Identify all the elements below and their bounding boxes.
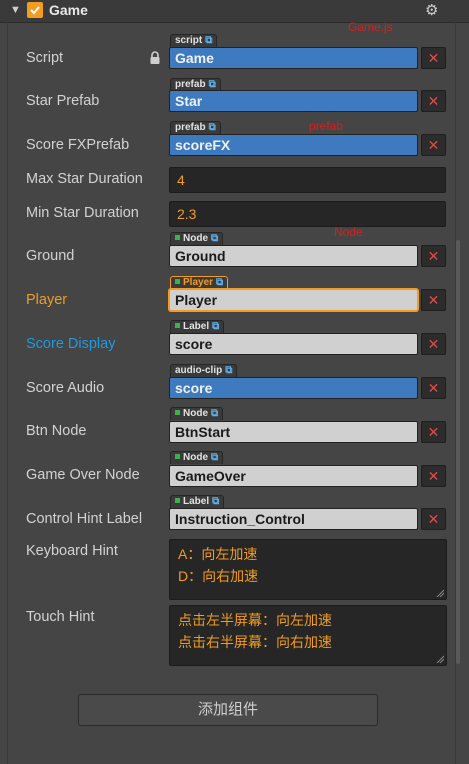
score-display-label: Score Display bbox=[26, 336, 116, 352]
script-field[interactable]: Game bbox=[169, 47, 418, 69]
clear-score-fx-prefab-button[interactable]: ✕ bbox=[421, 134, 446, 156]
external-link-icon[interactable]: ⧉ bbox=[211, 408, 218, 419]
max-star-duration-input[interactable]: 4 bbox=[169, 167, 446, 193]
type-tag-player: Player ⧉ bbox=[170, 276, 229, 289]
touch-hint-label: Touch Hint bbox=[26, 609, 95, 625]
type-tag-audio-clip: audio-clip ⧉ bbox=[170, 364, 238, 377]
clear-player-button[interactable]: ✕ bbox=[421, 289, 446, 311]
type-tag-node: Node ⧉ bbox=[170, 232, 224, 245]
node-type-icon bbox=[175, 498, 180, 503]
clear-script-button[interactable]: ✕ bbox=[421, 47, 446, 69]
clear-star-prefab-button[interactable]: ✕ bbox=[421, 90, 446, 112]
game-over-node-label: Game Over Node bbox=[26, 467, 140, 483]
external-link-icon[interactable]: ⧉ bbox=[209, 122, 216, 133]
min-star-duration-label: Min Star Duration bbox=[26, 205, 139, 221]
checkmark-icon bbox=[30, 6, 40, 15]
touch-hint-line: 点击左半屏幕：向左加速 bbox=[178, 612, 332, 628]
type-tag-label: Label ⧉ bbox=[170, 320, 225, 333]
btn-node-label: Btn Node bbox=[26, 423, 87, 439]
max-star-duration-label: Max Star Duration bbox=[26, 171, 143, 187]
star-prefab-field[interactable]: Star bbox=[169, 90, 418, 112]
scrollbar[interactable] bbox=[456, 240, 460, 664]
min-star-duration-input[interactable]: 2.3 bbox=[169, 201, 446, 227]
resize-handle-icon[interactable] bbox=[436, 589, 444, 597]
node-type-icon bbox=[175, 454, 180, 459]
external-link-icon[interactable]: ⧉ bbox=[212, 321, 219, 332]
annotation-node: Node bbox=[334, 225, 363, 239]
node-type-icon bbox=[175, 279, 180, 284]
control-hint-label-field[interactable]: Instruction_Control bbox=[169, 508, 418, 530]
clear-score-display-button[interactable]: ✕ bbox=[421, 333, 446, 355]
btn-node-field[interactable]: BtnStart bbox=[169, 421, 418, 443]
external-link-icon[interactable]: ⧉ bbox=[225, 365, 232, 376]
clear-control-hint-label-button[interactable]: ✕ bbox=[421, 508, 446, 530]
touch-hint-line: 点击右半屏幕：向右加速 bbox=[178, 634, 332, 650]
keyboard-hint-label: Keyboard Hint bbox=[26, 543, 118, 559]
keyboard-hint-line: D：向右加速 bbox=[178, 568, 259, 584]
clear-btn-node-button[interactable]: ✕ bbox=[421, 421, 446, 443]
ground-field[interactable]: Ground bbox=[169, 245, 418, 267]
player-label: Player bbox=[26, 292, 68, 308]
score-audio-field[interactable]: score bbox=[169, 377, 418, 399]
external-link-icon[interactable]: ⧉ bbox=[205, 35, 212, 46]
ground-label: Ground bbox=[26, 248, 75, 264]
external-link-icon[interactable]: ⧉ bbox=[211, 233, 218, 244]
annotation-game-js: Game.js bbox=[348, 20, 393, 34]
type-tag-node: Node ⧉ bbox=[170, 451, 224, 464]
add-component-button[interactable]: 添加组件 bbox=[78, 694, 378, 726]
player-field[interactable]: Player bbox=[169, 289, 418, 311]
keyboard-hint-textarea[interactable]: A：向左加速 D：向右加速 bbox=[169, 539, 447, 600]
external-link-icon[interactable]: ⧉ bbox=[216, 277, 223, 288]
gear-icon[interactable]: ⚙ bbox=[425, 1, 438, 19]
control-hint-label-label: Control Hint Label bbox=[26, 511, 143, 527]
game-over-node-field[interactable]: GameOver bbox=[169, 465, 418, 487]
script-label: Script bbox=[26, 50, 64, 66]
external-link-icon[interactable]: ⧉ bbox=[212, 496, 219, 507]
component-title: Game bbox=[49, 2, 88, 18]
type-tag-prefab: prefab ⧉ bbox=[170, 121, 221, 134]
external-link-icon[interactable]: ⧉ bbox=[209, 79, 216, 90]
score-audio-label: Score Audio bbox=[26, 380, 105, 396]
node-type-icon bbox=[175, 410, 180, 415]
keyboard-hint-line: A：向左加速 bbox=[178, 546, 258, 562]
touch-hint-textarea[interactable]: 点击左半屏幕：向左加速 点击右半屏幕：向右加速 bbox=[169, 605, 447, 666]
lock-icon bbox=[150, 51, 160, 64]
enable-checkbox[interactable] bbox=[27, 2, 43, 18]
node-type-icon bbox=[175, 235, 180, 240]
component-header: ▼ Game ⚙ bbox=[0, 0, 469, 23]
type-tag-node: Node ⧉ bbox=[170, 407, 224, 420]
node-type-icon bbox=[175, 323, 180, 328]
score-fx-prefab-label: Score FXPrefab bbox=[26, 137, 130, 153]
type-tag-label: Label ⧉ bbox=[170, 495, 225, 508]
external-link-icon[interactable]: ⧉ bbox=[211, 452, 218, 463]
clear-score-audio-button[interactable]: ✕ bbox=[421, 377, 446, 399]
star-prefab-label: Star Prefab bbox=[26, 93, 100, 109]
annotation-prefab: prefab bbox=[309, 119, 344, 133]
score-display-field[interactable]: score bbox=[169, 333, 418, 355]
type-tag-script: script ⧉ bbox=[170, 34, 218, 47]
score-fx-prefab-field[interactable]: scoreFX bbox=[169, 134, 418, 156]
clear-game-over-node-button[interactable]: ✕ bbox=[421, 465, 446, 487]
clear-ground-button[interactable]: ✕ bbox=[421, 245, 446, 267]
collapse-arrow-icon[interactable]: ▼ bbox=[10, 4, 21, 16]
resize-handle-icon[interactable] bbox=[436, 655, 444, 663]
